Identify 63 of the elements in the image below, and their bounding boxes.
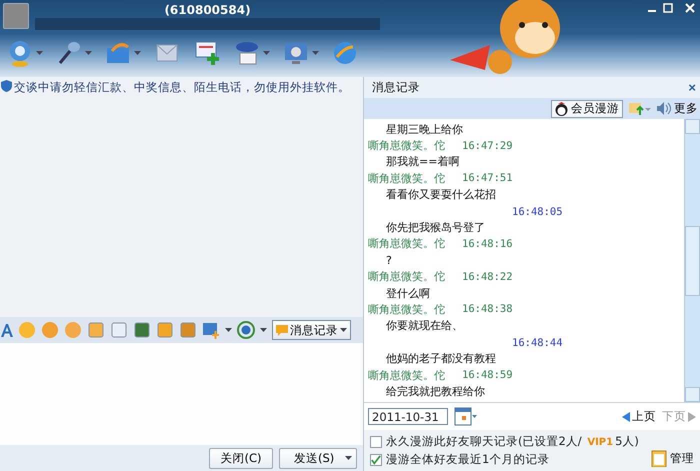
close-icon[interactable] [684, 2, 696, 14]
message-time: 16:48:59 [462, 369, 513, 382]
calendar-icon[interactable] [454, 406, 478, 426]
shield-icon [1, 80, 12, 92]
caret-icon [134, 51, 141, 55]
window-title: (610800584) [164, 3, 251, 17]
close-button[interactable]: 关闭(C) [209, 448, 273, 468]
message-time: 16:47:29 [462, 140, 513, 152]
sender-name: 嘶角崽微笑。佗 [367, 236, 446, 252]
caret-icon [263, 51, 270, 55]
sender-name: 嘶角崽微笑。佗 [367, 170, 446, 186]
screenshot-icon[interactable] [202, 321, 220, 339]
left-triangle-icon [622, 412, 630, 422]
sender-name: 嘶角崽微笑。佗 [367, 138, 446, 154]
message-text: 那我就==着啊 [385, 154, 460, 170]
font-icon[interactable] [1, 324, 13, 336]
caret-icon [312, 51, 319, 55]
checkbox[interactable] [370, 436, 382, 448]
chat-add-icon[interactable] [193, 39, 221, 67]
member-roam-button[interactable]: 会员漫游 [551, 100, 623, 118]
caret-icon [85, 51, 92, 55]
message-text: 你先把我猴岛号登了 [385, 220, 485, 236]
message-text: 给完我就把教程给你 [385, 384, 485, 399]
message-text: 你要就现在给、 [385, 318, 463, 334]
sender-name: 嘶角崽微笑。佗 [367, 302, 446, 317]
previous-page-button[interactable]: 上页 [622, 409, 656, 424]
message-input[interactable] [0, 343, 363, 445]
date-field[interactable]: 2011-10-31 [368, 408, 448, 425]
sender-name: 嘶角崽微笑。佗 [367, 368, 446, 383]
speaker-icon [657, 102, 671, 115]
caret-icon [36, 51, 43, 55]
security-notice: 交谈中请勿轻信汇款、中奖信息、陌生电话，勿使用外挂软件。 [14, 80, 350, 95]
message-time: 16:48:44 [512, 336, 563, 349]
send-button[interactable]: 发送(S) [279, 448, 357, 468]
caret-icon [345, 456, 352, 460]
panel-title: 消息记录 [372, 80, 420, 95]
close-button[interactable]: × [688, 80, 696, 95]
message-text: ? [385, 254, 392, 267]
more-button[interactable]: 更多 [657, 101, 698, 116]
caret-icon [340, 328, 347, 332]
speech-bubble-icon [276, 324, 288, 336]
message-text: 星期三晚上给你 [385, 122, 463, 137]
option-label: 漫游全体好友最近1个月的记录 [386, 452, 550, 467]
message-time: 16:48:05 [512, 206, 563, 218]
message-time: 16:48:22 [462, 270, 513, 283]
checkbox[interactable] [370, 454, 382, 466]
message-history-button[interactable]: 消息记录 [272, 320, 351, 340]
export-icon[interactable] [629, 102, 651, 116]
message-text: 看看你又要耍什么花招 [385, 187, 496, 202]
scrollbar[interactable] [684, 119, 700, 402]
caret-icon [260, 328, 267, 332]
option-label: 永久漫游此好友聊天记录(已设置2人/ VIP1 5人) [386, 434, 639, 449]
message-time: 16:48:38 [462, 303, 513, 316]
message-text: 登什么啊 [385, 286, 430, 301]
caret-icon [225, 328, 232, 332]
message-time: 16:47:51 [462, 172, 513, 184]
sender-name: 嘶角崽微笑。佗 [367, 269, 446, 284]
manage-button[interactable]: 管理 [651, 449, 694, 467]
message-text: 他妈的老子都没有教程 [385, 351, 496, 366]
right-triangle-icon [688, 412, 696, 422]
maximize-icon[interactable] [662, 2, 674, 14]
message-time: 16:48:16 [462, 238, 513, 250]
clipboard-icon [651, 449, 667, 467]
